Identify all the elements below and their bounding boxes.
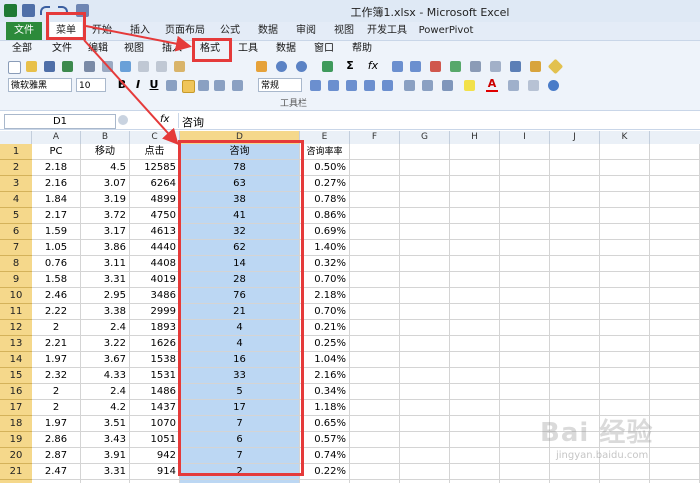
watermark-url: jingyan.baidu.com (556, 450, 649, 461)
watermark-logo: Bai 经验 (540, 418, 654, 448)
arrow-menu-to-format (85, 25, 192, 52)
annotation-arrows (83, 25, 192, 145)
arrow-menu-to-column (83, 39, 179, 145)
